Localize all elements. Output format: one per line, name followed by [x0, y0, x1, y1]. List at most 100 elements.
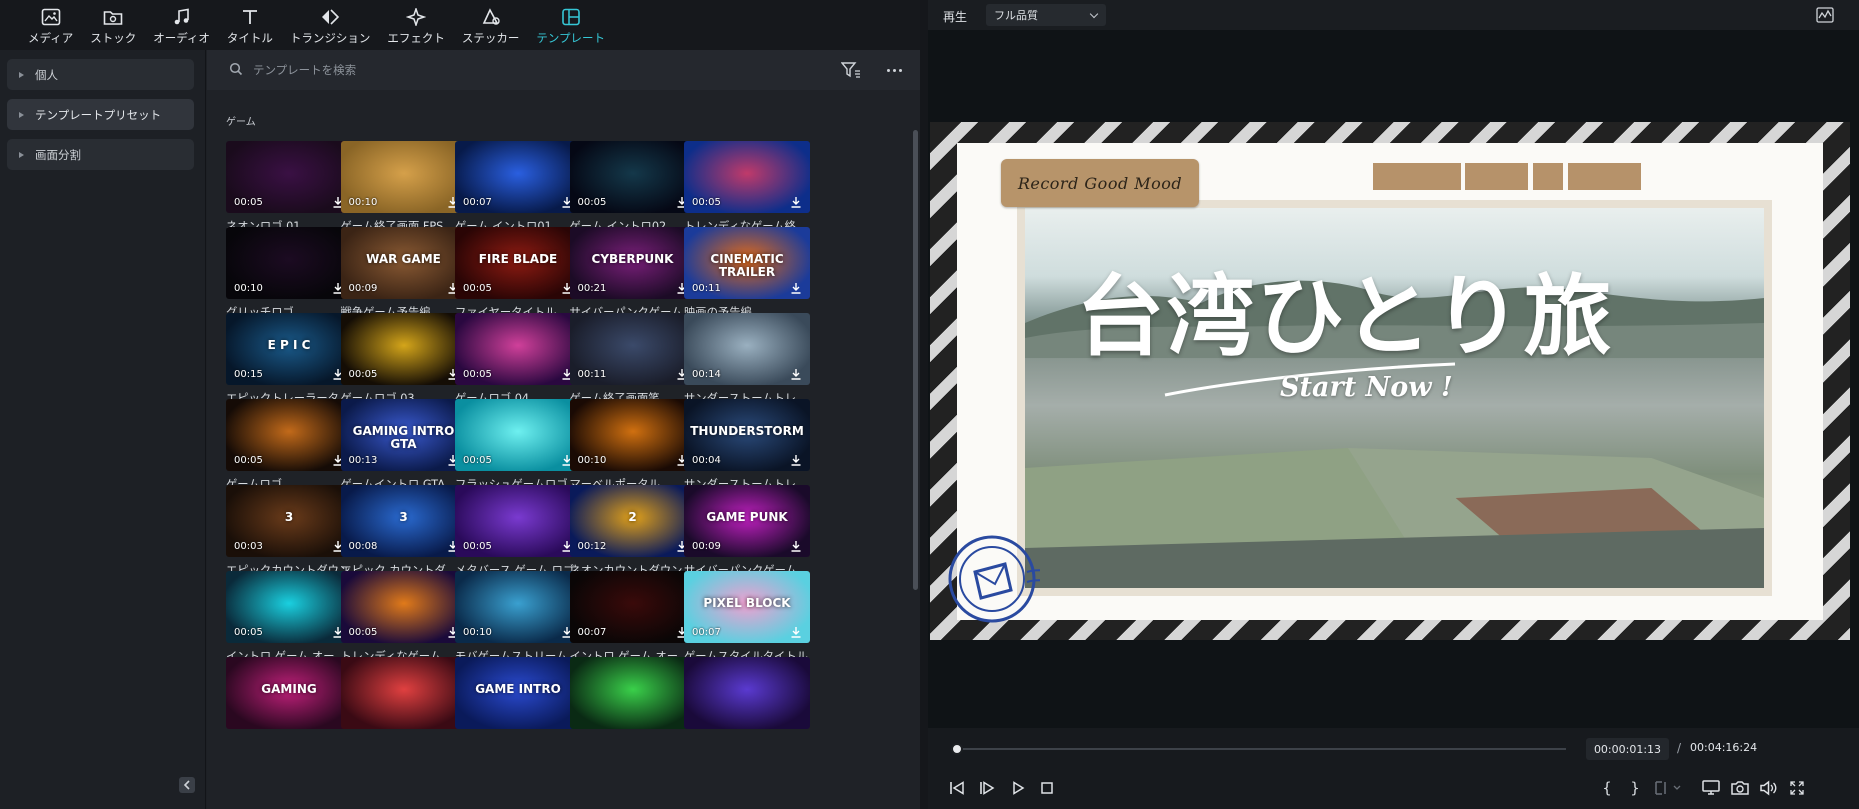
template-thumbnail[interactable]: 2 00:12	[569, 485, 696, 557]
quality-select[interactable]: フル品質	[986, 4, 1106, 26]
template-thumbnail[interactable]: 00:05	[455, 485, 581, 557]
template-thumbnail[interactable]: 3 00:08	[340, 485, 467, 557]
template-card[interactable]: GAMING INTRO GTA00:13ゲームイントロ GTA	[340, 399, 467, 492]
template-card[interactable]: 00:05フラッシュゲームロゴ	[455, 399, 581, 492]
template-card[interactable]: 00:05ネオンロゴ 01	[226, 141, 352, 234]
download-icon[interactable]	[790, 196, 802, 208]
download-icon[interactable]	[790, 282, 802, 294]
download-icon[interactable]	[790, 368, 802, 380]
template-card[interactable]: 00:05イントロ ゲーム オープナー	[226, 571, 352, 664]
template-card[interactable]: 00:07ゲーム イントロ01	[455, 141, 581, 234]
seek-handle[interactable]	[951, 743, 963, 755]
template-thumbnail[interactable]: 00:10	[455, 571, 581, 643]
template-card[interactable]: GAMING	[226, 657, 352, 734]
template-thumbnail[interactable]: 00:10	[340, 141, 467, 213]
template-thumbnail[interactable]	[569, 657, 696, 729]
template-thumbnail[interactable]: CYBERPUNK 00:21	[569, 227, 696, 299]
template-card[interactable]: 200:12ネオンカウントダウン 01	[569, 485, 696, 578]
toolbar-template[interactable]: テンプレート	[528, 0, 613, 50]
split-menu-button[interactable]	[1652, 777, 1686, 799]
template-card[interactable]: 00:10ゲーム終了画面 FPS	[340, 141, 467, 234]
fullscreen-button[interactable]	[1786, 777, 1808, 799]
template-card[interactable]	[569, 657, 696, 734]
video-scope-button[interactable]	[1816, 7, 1834, 23]
template-card[interactable]: 300:08エピック カウントダウン	[340, 485, 467, 578]
template-thumbnail[interactable]: GAME INTRO	[455, 657, 581, 729]
template-card[interactable]: E P I C00:15エピックトレーラータイトル	[226, 313, 352, 406]
template-card[interactable]: 00:05ゲームロゴ	[226, 399, 352, 492]
play-button[interactable]	[1007, 777, 1029, 799]
template-thumbnail[interactable]: 00:05	[340, 313, 467, 385]
template-thumbnail[interactable]: 00:11	[569, 313, 696, 385]
display-settings-button[interactable]	[1700, 777, 1722, 799]
preview-canvas[interactable]: Record Good Mood 台湾ひとり旅 Start Now !	[930, 122, 1850, 640]
template-thumbnail[interactable]: 00:05	[684, 141, 810, 213]
current-timecode[interactable]: 00:00:01:13	[1586, 738, 1669, 760]
grid-scrollbar[interactable]	[913, 130, 918, 590]
toolbar-effect[interactable]: エフェクト	[379, 0, 453, 50]
template-card[interactable]: GAME PUNK00:09サイバーパンクゲームテキスト	[684, 485, 810, 578]
download-icon[interactable]	[790, 540, 802, 552]
template-thumbnail[interactable]: 00:14	[684, 313, 810, 385]
template-card[interactable]: 00:05トレンディなゲーム終了画面	[684, 141, 810, 234]
template-card[interactable]: THUNDERSTORM00:04サンダーストームトレーラー	[684, 399, 810, 492]
sidebar-item-split-screen[interactable]: 画面分割	[7, 139, 194, 170]
template-thumbnail[interactable]	[684, 657, 810, 729]
template-thumbnail[interactable]: 00:05	[226, 399, 352, 471]
template-thumbnail[interactable]: 00:05	[455, 399, 581, 471]
template-thumbnail[interactable]: GAMING INTRO GTA 00:13	[340, 399, 467, 471]
template-card[interactable]: 00:05トレンディなゲーム 終了画面	[340, 571, 467, 664]
template-thumbnail[interactable]: 00:05	[455, 313, 581, 385]
template-thumbnail[interactable]: FIRE BLADE 00:05	[455, 227, 581, 299]
template-thumbnail[interactable]: CINEMATIC TRAILER 00:11	[684, 227, 810, 299]
template-card[interactable]: 00:10モバゲームストリーム	[455, 571, 581, 664]
snapshot-button[interactable]	[1729, 777, 1751, 799]
template-card[interactable]: 00:11ゲーム終了画面笑	[569, 313, 696, 406]
search-input[interactable]	[253, 58, 813, 82]
template-thumbnail[interactable]: GAMING	[226, 657, 352, 729]
template-card[interactable]: WAR GAME00:09戦争ゲーム予告編	[340, 227, 467, 320]
template-thumbnail[interactable]: WAR GAME 00:09	[340, 227, 467, 299]
template-thumbnail[interactable]: 00:05	[340, 571, 467, 643]
toolbar-stock[interactable]: ストック	[82, 0, 144, 50]
download-icon[interactable]	[790, 454, 802, 466]
toolbar-transition[interactable]: トランジション	[282, 0, 379, 50]
template-thumbnail[interactable]: 00:10	[569, 399, 696, 471]
template-card[interactable]: 00:05ゲームロゴ 04	[455, 313, 581, 406]
template-thumbnail[interactable]: 00:07	[455, 141, 581, 213]
template-card[interactable]: 00:14サンダーストームトレーラー	[684, 313, 810, 406]
template-thumbnail[interactable]: THUNDERSTORM 00:04	[684, 399, 810, 471]
seek-bar[interactable]	[951, 743, 1566, 755]
volume-button[interactable]	[1758, 777, 1780, 799]
template-card[interactable]: GAME INTRO	[455, 657, 581, 734]
template-card[interactable]	[684, 657, 810, 734]
template-card[interactable]: 00:10マーベルポータル	[569, 399, 696, 492]
next-frame-button[interactable]	[976, 777, 998, 799]
template-card[interactable]: 300:03エピックカウントダウン	[226, 485, 352, 578]
toolbar-title[interactable]: タイトル	[219, 0, 281, 50]
mark-out-button[interactable]: }	[1624, 777, 1646, 799]
collapse-sidebar-button[interactable]	[179, 777, 195, 793]
template-card[interactable]: 00:10グリッチロゴ	[226, 227, 352, 320]
download-icon[interactable]	[790, 626, 802, 638]
mark-in-button[interactable]: {	[1596, 777, 1618, 799]
template-card[interactable]: CINEMATIC TRAILER00:11映画の予告編	[684, 227, 810, 320]
template-card[interactable]: FIRE BLADE00:05ファイヤータイトル	[455, 227, 581, 320]
template-thumbnail[interactable]: 00:05	[569, 141, 696, 213]
template-thumbnail[interactable]	[340, 657, 467, 729]
template-thumbnail[interactable]: 00:05	[226, 571, 352, 643]
template-card[interactable]: PIXEL BLOCK00:07ゲームスタイルタイトル	[684, 571, 810, 664]
template-card[interactable]: 00:05メタバース ゲーム ロゴ	[455, 485, 581, 578]
toolbar-media[interactable]: メディア	[20, 0, 81, 50]
template-card[interactable]: 00:05ゲームロゴ 03	[340, 313, 467, 406]
template-thumbnail[interactable]: GAME PUNK 00:09	[684, 485, 810, 557]
template-card[interactable]: 00:07イントロ ゲーム オープナー	[569, 571, 696, 664]
template-card[interactable]: CYBERPUNK00:21サイバーパンクゲーム開始	[569, 227, 696, 320]
template-thumbnail[interactable]: 00:10	[226, 227, 352, 299]
stop-button[interactable]	[1036, 777, 1058, 799]
template-thumbnail[interactable]: E P I C 00:15	[226, 313, 352, 385]
template-card[interactable]: 00:05ゲーム イントロ02	[569, 141, 696, 234]
filter-button[interactable]	[840, 61, 861, 79]
previous-frame-button[interactable]	[946, 777, 968, 799]
more-options-button[interactable]	[883, 61, 905, 79]
